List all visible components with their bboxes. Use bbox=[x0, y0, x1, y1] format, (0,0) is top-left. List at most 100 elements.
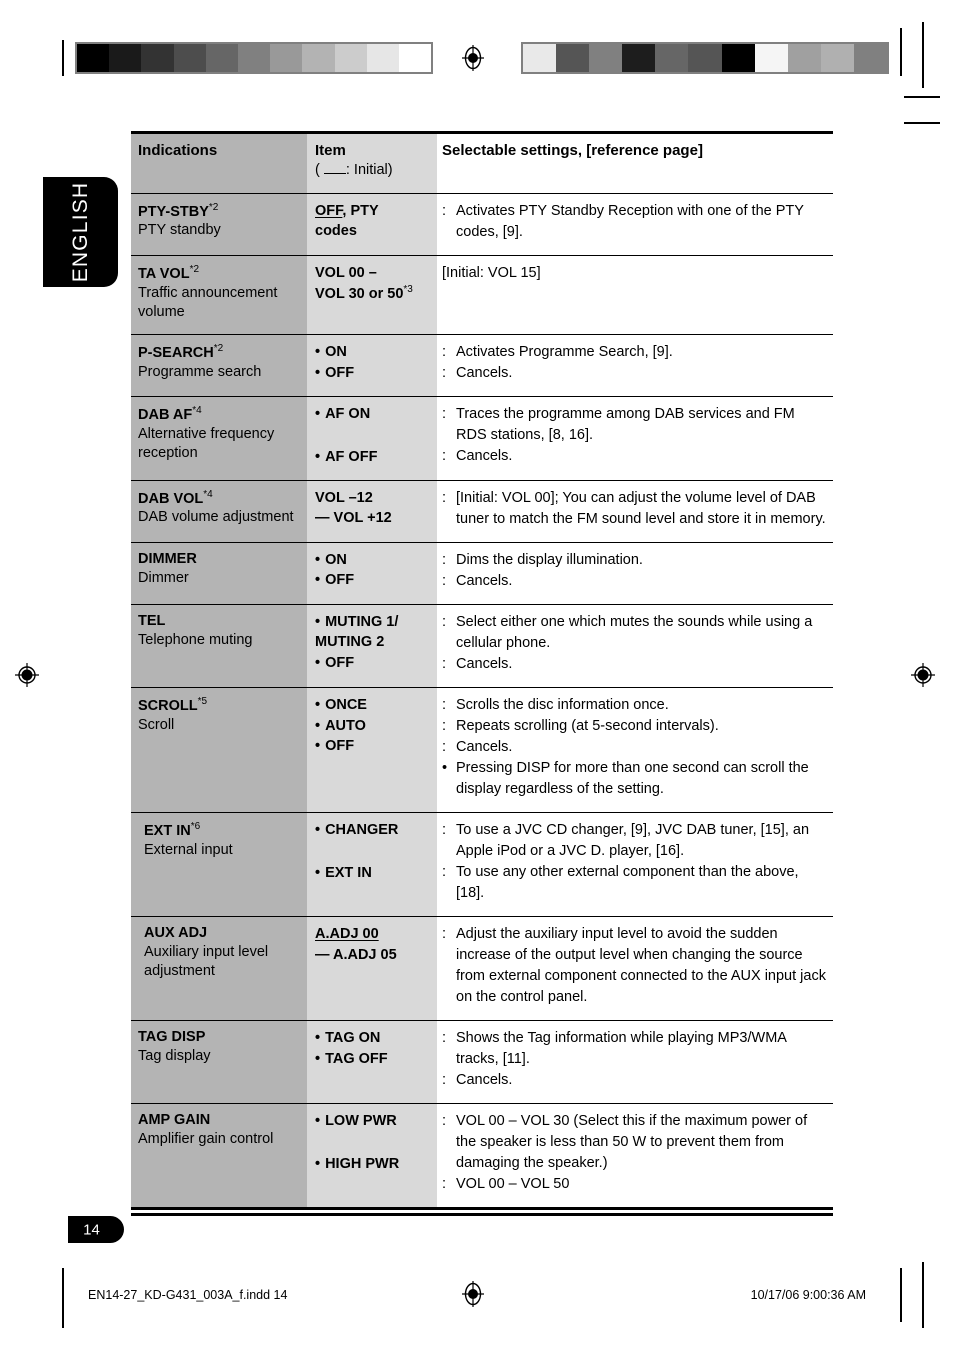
indication-description: Alternative frequency reception bbox=[138, 425, 275, 461]
color-swatch bbox=[853, 44, 888, 72]
footnote-marker: *2 bbox=[213, 342, 224, 354]
color-swatch bbox=[237, 44, 271, 72]
indication-name: TA VOL*2 bbox=[138, 263, 200, 282]
setting-description: : VOL 00 – VOL 50 bbox=[442, 1174, 827, 1195]
footnote-marker: *6 bbox=[190, 820, 201, 832]
registration-mark-right-icon bbox=[910, 662, 936, 688]
footnote-marker: *4 bbox=[203, 488, 213, 500]
setting-description-text: Cancels. bbox=[456, 447, 513, 464]
setting-lead-marker: : bbox=[442, 1112, 447, 1129]
item-option: • OFF bbox=[315, 736, 431, 757]
column-header-item: Item bbox=[315, 142, 346, 159]
setting-description: : Scrolls the disc information once. bbox=[442, 695, 827, 716]
table-row: AMP GAIN Amplifier gain control • LOW PWR • H… bbox=[131, 1102, 833, 1210]
setting-description: : Activates PTY Standby Reception with on… bbox=[442, 201, 827, 243]
setting-description-text: Activates PTY Standby Reception with one… bbox=[456, 202, 804, 240]
setting-description-text: Cancels. bbox=[456, 655, 513, 672]
item-option: • LOW PWR bbox=[315, 1111, 431, 1132]
setting-description: • Pressing DISP for more than one second … bbox=[442, 758, 827, 800]
color-calibration-bar-left bbox=[75, 42, 433, 74]
setting-description: : Activates Programme Search, [9]. bbox=[442, 342, 827, 363]
indication-description: Tag display bbox=[138, 1047, 211, 1064]
footer-timestamp: 10/17/06 9:00:36 AM bbox=[750, 1288, 866, 1302]
item-option-label: VOL –12 bbox=[315, 489, 373, 506]
table-row: AUX ADJ Auxiliary input level adjustment A… bbox=[131, 915, 833, 1021]
crop-mark bbox=[922, 1262, 924, 1328]
column-header-item-note: ( : Initial) bbox=[315, 162, 393, 179]
footnote-marker: *2 bbox=[189, 263, 200, 275]
item-option-label: — A.ADJ 05 bbox=[315, 946, 397, 963]
item-option: • AF ON bbox=[315, 404, 431, 425]
setting-lead-marker: • bbox=[442, 759, 448, 776]
color-swatch bbox=[398, 44, 432, 72]
color-swatch bbox=[721, 44, 755, 72]
color-swatch bbox=[523, 44, 557, 72]
color-swatch bbox=[334, 44, 367, 72]
item-option-label: AF ON bbox=[325, 405, 371, 422]
item-option: • OFF bbox=[315, 363, 431, 384]
crop-mark bbox=[62, 1268, 64, 1320]
setting-lead-marker: : bbox=[442, 613, 447, 630]
setting-description: : Traces the programme among DAB services… bbox=[442, 404, 827, 446]
item-option: • CHANGER bbox=[315, 820, 431, 841]
item-option-label: TAG ON bbox=[325, 1029, 381, 1046]
bullet-icon: • bbox=[315, 1029, 321, 1046]
color-swatch bbox=[589, 44, 623, 72]
indication-name: P-SEARCH*2 bbox=[138, 342, 224, 361]
color-swatch bbox=[366, 44, 399, 72]
setting-lead-marker: : bbox=[442, 738, 447, 755]
bullet-icon: • bbox=[315, 613, 321, 630]
setting-lead-marker: : bbox=[442, 572, 447, 589]
indication-name: PTY-STBY*2 bbox=[138, 201, 219, 220]
item-option-label: AF OFF bbox=[325, 448, 378, 465]
setting-description: : To use any other external component tha… bbox=[442, 862, 827, 904]
setting-lead-marker: : bbox=[442, 696, 447, 713]
color-swatch bbox=[141, 44, 174, 72]
setting-description: : Cancels. bbox=[442, 1070, 827, 1091]
indication-description: Scroll bbox=[138, 716, 175, 733]
item-option: • MUTING 1/ bbox=[315, 612, 431, 633]
item-option: • ON bbox=[315, 342, 431, 363]
item-option: • AF OFF bbox=[315, 447, 431, 468]
item-option-label: VOL 30 or 50*3 bbox=[315, 284, 413, 303]
item-option-label: OFF bbox=[325, 655, 355, 672]
crop-mark bbox=[62, 40, 64, 76]
color-swatch bbox=[655, 44, 689, 72]
indication-description: Programme search bbox=[138, 363, 262, 380]
bullet-icon: • bbox=[315, 551, 321, 568]
setting-description: : Shows the Tag information while playing… bbox=[442, 1028, 827, 1070]
item-option-label: A.ADJ 00 bbox=[315, 925, 379, 942]
setting-description: : Cancels. bbox=[442, 654, 827, 675]
setting-description: : Dims the display illumination. bbox=[442, 550, 827, 571]
indication-name: AMP GAIN bbox=[138, 1111, 211, 1128]
item-option-label: ON bbox=[325, 343, 347, 360]
item-option-label: VOL 00 – bbox=[315, 264, 377, 281]
setting-description: : Cancels. bbox=[442, 446, 827, 467]
bullet-icon: • bbox=[315, 821, 321, 838]
crop-mark bbox=[904, 96, 940, 98]
setting-lead-marker: : bbox=[442, 551, 447, 568]
setting-lead-marker: : bbox=[442, 364, 447, 381]
settings-table: Indications Item ( : Initial) Selectable se… bbox=[131, 131, 833, 1210]
setting-description-text: Pressing DISP for more than one second c… bbox=[456, 759, 809, 797]
bullet-icon: • bbox=[315, 1050, 321, 1067]
setting-description-text: Shows the Tag information while playing … bbox=[456, 1029, 787, 1067]
indication-name: AUX ADJ bbox=[144, 924, 208, 941]
setting-lead-marker: : bbox=[442, 1071, 447, 1088]
indication-name: DAB AF*4 bbox=[138, 404, 202, 423]
color-swatch bbox=[754, 44, 788, 72]
setting-lead-marker: : bbox=[442, 489, 447, 506]
page-number-label: 14 bbox=[83, 1221, 100, 1238]
setting-description: : Repeats scrolling (at 5-second interval… bbox=[442, 716, 827, 737]
setting-description-text: Adjust the auxiliary input level to avoi… bbox=[456, 925, 826, 1005]
bullet-icon: • bbox=[315, 696, 321, 713]
setting-description-text: Cancels. bbox=[456, 572, 513, 589]
footnote-marker: *3 bbox=[403, 284, 413, 296]
color-swatch bbox=[820, 44, 854, 72]
footer-filename: EN14-27_KD-G431_003A_f.indd 14 bbox=[88, 1288, 288, 1302]
crop-mark bbox=[904, 122, 940, 124]
registration-mark-bottom-icon bbox=[460, 1281, 486, 1307]
footer-rule bbox=[131, 1213, 833, 1216]
setting-description: : VOL 00 – VOL 30 (Select this if the max… bbox=[442, 1111, 827, 1174]
bullet-icon: • bbox=[315, 738, 321, 755]
